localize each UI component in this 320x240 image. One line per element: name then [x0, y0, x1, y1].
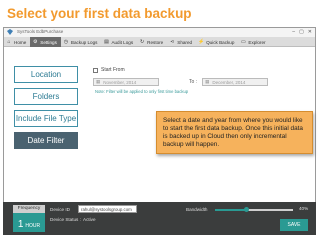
device-status-label: Device Status :	[50, 217, 81, 222]
tab-label: Explorer	[248, 39, 266, 45]
start-from-label: Start From	[101, 67, 125, 73]
tab-explorer[interactable]: ▭ Explorer	[238, 37, 269, 47]
save-button[interactable]: SAVE	[280, 219, 308, 231]
device-id-field[interactable]: rahul@systoolsgroup.com	[78, 205, 137, 213]
bandwidth-handle[interactable]	[244, 207, 250, 212]
status-panel: Frequency 1 HOUR Device ID rahul@systools…	[3, 202, 316, 235]
frequency-selector[interactable]: 1 HOUR	[13, 213, 45, 232]
frequency-unit: HOUR	[25, 223, 41, 229]
from-date-value: November, 2014	[103, 79, 137, 85]
window-title: SysTools EdbPurchase	[17, 29, 64, 34]
tab-label: Quick Backup	[206, 39, 235, 45]
to-date-picker[interactable]: ▦ December, 2014	[202, 78, 269, 86]
callout-tooltip: Select a date and year from where you wo…	[156, 111, 313, 154]
sidebar-item-folders[interactable]: Folders	[14, 88, 78, 105]
app-logo-icon	[7, 29, 13, 35]
tab-shared[interactable]: ⋖ Shared	[167, 37, 196, 47]
tab-bar: ⌂ Home ⚙ Settings ◷ Backup Logs ▤ Audit Logs ↻ Re…	[4, 37, 315, 47]
tab-quick-backup[interactable]: ⚡ Quick Backup	[196, 37, 238, 47]
to-label: To :	[189, 79, 198, 85]
tab-backup-logs[interactable]: ◷ Backup Logs	[61, 37, 102, 47]
tab-settings[interactable]: ⚙ Settings	[30, 37, 61, 47]
tab-label: Restore	[147, 39, 164, 45]
frequency-value: 1	[17, 219, 24, 230]
filter-note: Note: Filter will be applied to only fir…	[95, 89, 189, 94]
home-icon: ⌂	[7, 39, 11, 45]
date-filter-panel: Start From ▦ November, 2014 To : ▦ Decem…	[93, 67, 313, 94]
tab-label: Backup Logs	[70, 39, 98, 45]
sidebar-item-location[interactable]: Location	[14, 66, 78, 83]
bolt-icon: ⚡	[198, 39, 205, 45]
slide-headline: Select your first data backup	[7, 6, 192, 21]
start-from-checkbox[interactable]	[93, 67, 98, 73]
sidebar-item-include-file-type[interactable]: Include File Type	[14, 110, 78, 127]
device-id-label: Device ID	[50, 207, 70, 212]
maximize-icon[interactable]: ▢	[299, 29, 304, 35]
calendar-icon: ▦	[96, 79, 101, 84]
sidebar-item-date-filter[interactable]: Date Filter	[14, 132, 78, 149]
bandwidth-label: Bandwidth	[186, 207, 208, 212]
to-date-value: December, 2014	[212, 79, 246, 85]
device-status-value: Active	[83, 217, 96, 222]
share-icon: ⋖	[170, 39, 175, 45]
page: Select your first data backup SysTools E…	[0, 0, 320, 240]
bandwidth-percent: 40%	[299, 206, 309, 211]
bandwidth-slider[interactable]	[215, 207, 293, 212]
tab-label: Home	[14, 39, 27, 45]
tab-label: Audit Logs	[111, 39, 134, 45]
settings-sidebar: Location Folders Include File Type Date Fil…	[14, 66, 78, 154]
restore-icon: ↻	[140, 39, 145, 45]
tab-audit-logs[interactable]: ▤ Audit Logs	[101, 37, 137, 47]
clock-icon: ◷	[63, 39, 69, 45]
document-icon: ▤	[104, 39, 109, 45]
bandwidth-fill	[215, 209, 247, 211]
tab-restore[interactable]: ↻ Restore	[137, 37, 167, 47]
folder-icon: ▭	[241, 39, 246, 45]
tab-home[interactable]: ⌂ Home	[4, 37, 30, 47]
title-bar: SysTools EdbPurchase – ▢ ✕	[4, 28, 315, 37]
gear-icon: ⚙	[33, 39, 38, 45]
minimize-icon[interactable]: –	[292, 29, 295, 35]
frequency-label: Frequency	[13, 205, 45, 213]
from-date-picker[interactable]: ▦ November, 2014	[93, 78, 159, 86]
close-icon[interactable]: ✕	[308, 29, 312, 35]
tab-label: Shared	[177, 39, 193, 45]
calendar-icon: ▦	[205, 79, 210, 84]
tab-label: Settings	[40, 39, 57, 45]
